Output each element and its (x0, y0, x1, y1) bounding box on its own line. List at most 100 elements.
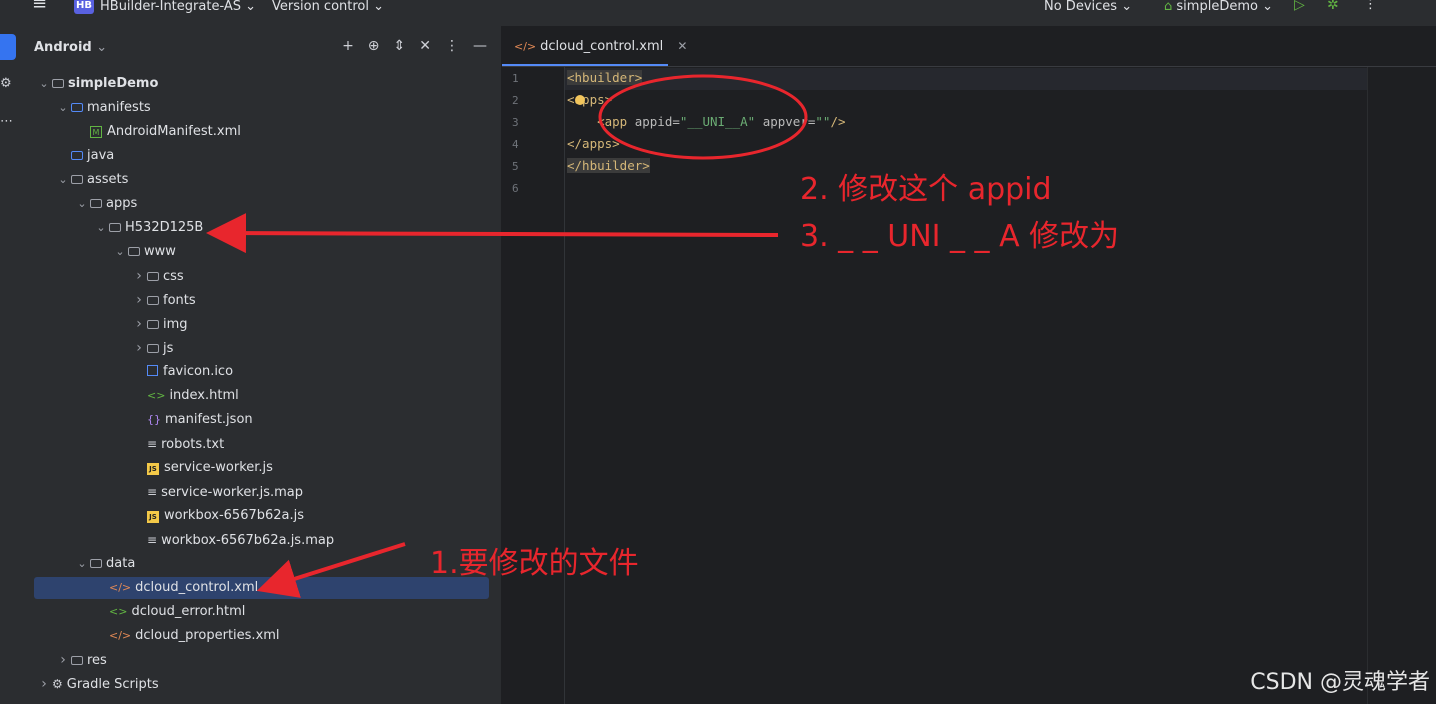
tree-row[interactable]: java (34, 145, 489, 167)
code-editor[interactable]: 1 2 3 4 5 6 <hbuilder> <apps> <app appid="__UN… (502, 67, 1436, 704)
tree-row[interactable]: <> index.html (34, 385, 489, 407)
line-number: 3 (512, 116, 519, 129)
locate-icon[interactable]: ⊕ (368, 38, 380, 54)
project-badge: HB (74, 0, 94, 14)
chevron-right-icon[interactable]: › (55, 649, 71, 671)
folder-icon (90, 559, 102, 568)
tree-row[interactable]: › css (34, 265, 489, 287)
run-config-selector[interactable]: ⌂ simpleDemo ⌄ (1164, 0, 1273, 14)
expand-all-icon[interactable]: ⇕ (394, 38, 406, 54)
tab-dcloud-control-xml[interactable]: </> dcloud_control.xml ✕ (502, 26, 699, 66)
tree-row[interactable]: ⌄ simpleDemo (34, 73, 489, 95)
tree-row[interactable]: ⌄ data (34, 553, 489, 575)
xml-file-icon: </> (109, 581, 132, 594)
add-icon[interactable]: + (342, 38, 354, 54)
chevron-down-icon[interactable]: ⌄ (55, 169, 71, 191)
tree-row[interactable]: </> dcloud_properties.xml (34, 625, 489, 647)
tree-label: img (163, 317, 188, 332)
annotation-step1: 1.要修改的文件 (430, 546, 639, 581)
tree-row[interactable]: › res (34, 649, 489, 671)
code-token: appver (755, 114, 808, 129)
folder-icon (147, 344, 159, 353)
tree-row[interactable]: › ⚙ Gradle Scripts (34, 673, 489, 695)
tree-row[interactable]: ⌄ manifests (34, 97, 489, 119)
panel-view-selector[interactable]: Android ⌄ (34, 40, 107, 55)
tree-row[interactable]: ≡ robots.txt (34, 433, 489, 455)
annotation-step2: 2. 修改这个 appid (800, 172, 1052, 207)
lightbulb-icon[interactable] (575, 95, 585, 105)
tree-label: dcloud_control.xml (135, 580, 259, 595)
folder-icon (71, 175, 83, 184)
tree-row[interactable]: ≡ service-worker.js.map (34, 481, 489, 503)
line-number: 2 (512, 94, 519, 107)
tree-label: AndroidManifest.xml (107, 124, 241, 139)
chevron-down-icon[interactable]: ⌄ (74, 553, 90, 575)
tree-row[interactable]: ≡ workbox-6567b62a.js.map (34, 529, 489, 551)
options-icon[interactable]: ⋮ (445, 38, 459, 54)
tree-row[interactable]: {} manifest.json (34, 409, 489, 431)
device-selector[interactable]: No Devices ⌄ (1044, 0, 1132, 14)
html-file-icon: <> (147, 389, 166, 402)
code-line: </hbuilder> (567, 158, 650, 173)
tree-row[interactable]: ⌄ H532D125B (34, 217, 489, 239)
tree-label: css (163, 269, 184, 284)
close-icon[interactable]: ✕ (677, 39, 687, 53)
chevron-right-icon[interactable]: › (131, 337, 147, 359)
tool-window-strip: ⚙ ⋯ (0, 26, 19, 704)
tree-row[interactable]: › fonts (34, 289, 489, 311)
chevron-right-icon[interactable]: › (131, 313, 147, 335)
structure-icon[interactable]: ⚙ (0, 76, 12, 91)
tree-row[interactable]: M AndroidManifest.xml (34, 121, 489, 143)
chevron-down-icon[interactable]: ⌄ (36, 73, 52, 95)
tree-row[interactable]: ⌄ assets (34, 169, 489, 191)
folder-icon (109, 223, 121, 232)
chevron-right-icon[interactable]: › (131, 265, 147, 287)
folder-icon (147, 296, 159, 305)
tree-label: java (87, 148, 115, 163)
version-control-menu[interactable]: Version control ⌄ (272, 0, 384, 14)
tree-row[interactable]: JS service-worker.js (34, 457, 489, 479)
tree-label: dcloud_properties.xml (135, 628, 280, 643)
folder-icon (147, 320, 159, 329)
project-name: HBuilder-Integrate-AS (100, 0, 241, 14)
line-number: 4 (512, 138, 519, 151)
tree-row[interactable]: ⌄ www (34, 241, 489, 263)
chevron-right-icon[interactable]: › (36, 673, 52, 695)
tree-row[interactable]: › js (34, 337, 489, 359)
tree-label: robots.txt (161, 437, 225, 452)
more-tools-icon[interactable]: ⋯ (0, 114, 13, 129)
code-token: "__UNI__A" (679, 114, 756, 129)
tree-label: index.html (169, 388, 239, 403)
tree-row[interactable]: › img (34, 313, 489, 335)
more-icon[interactable]: ⋮ (1364, 0, 1377, 12)
chevron-right-icon[interactable]: › (131, 289, 147, 311)
debug-icon[interactable]: ✲ (1327, 0, 1339, 12)
code-token: "" (815, 114, 831, 129)
tree-row[interactable]: favicon.ico (34, 361, 489, 383)
text-file-icon: ≡ (147, 437, 158, 451)
run-icon[interactable]: ▷ (1294, 0, 1305, 12)
tree-label: workbox-6567b62a.js.map (161, 533, 335, 548)
tree-label: data (106, 556, 136, 571)
tree-row[interactable]: <> dcloud_error.html (34, 601, 489, 623)
chevron-down-icon: ⌄ (373, 0, 385, 14)
tree-label: service-worker.js (164, 460, 273, 475)
vcs-label: Version control (272, 0, 369, 14)
chevron-down-icon: ⌄ (245, 0, 257, 14)
chevron-down-icon[interactable]: ⌄ (93, 217, 109, 239)
hamburger-icon[interactable]: ≡ (32, 0, 47, 13)
collapse-all-icon[interactable]: ✕ (419, 38, 431, 54)
device-label: No Devices (1044, 0, 1118, 14)
chevron-down-icon[interactable]: ⌄ (112, 241, 128, 263)
tree-row[interactable]: </> dcloud_control.xml (34, 577, 489, 599)
tree-label: www (144, 244, 176, 259)
project-selector[interactable]: HBuilder-Integrate-AS ⌄ (100, 0, 256, 14)
tree-row[interactable]: JS workbox-6567b62a.js (34, 505, 489, 527)
line-number: 1 (512, 72, 519, 85)
project-tool-icon[interactable] (0, 34, 16, 60)
tree-label: js (163, 341, 174, 356)
hide-icon[interactable]: — (473, 38, 487, 54)
tree-row[interactable]: ⌄ apps (34, 193, 489, 215)
chevron-down-icon[interactable]: ⌄ (55, 97, 71, 119)
chevron-down-icon[interactable]: ⌄ (74, 193, 90, 215)
